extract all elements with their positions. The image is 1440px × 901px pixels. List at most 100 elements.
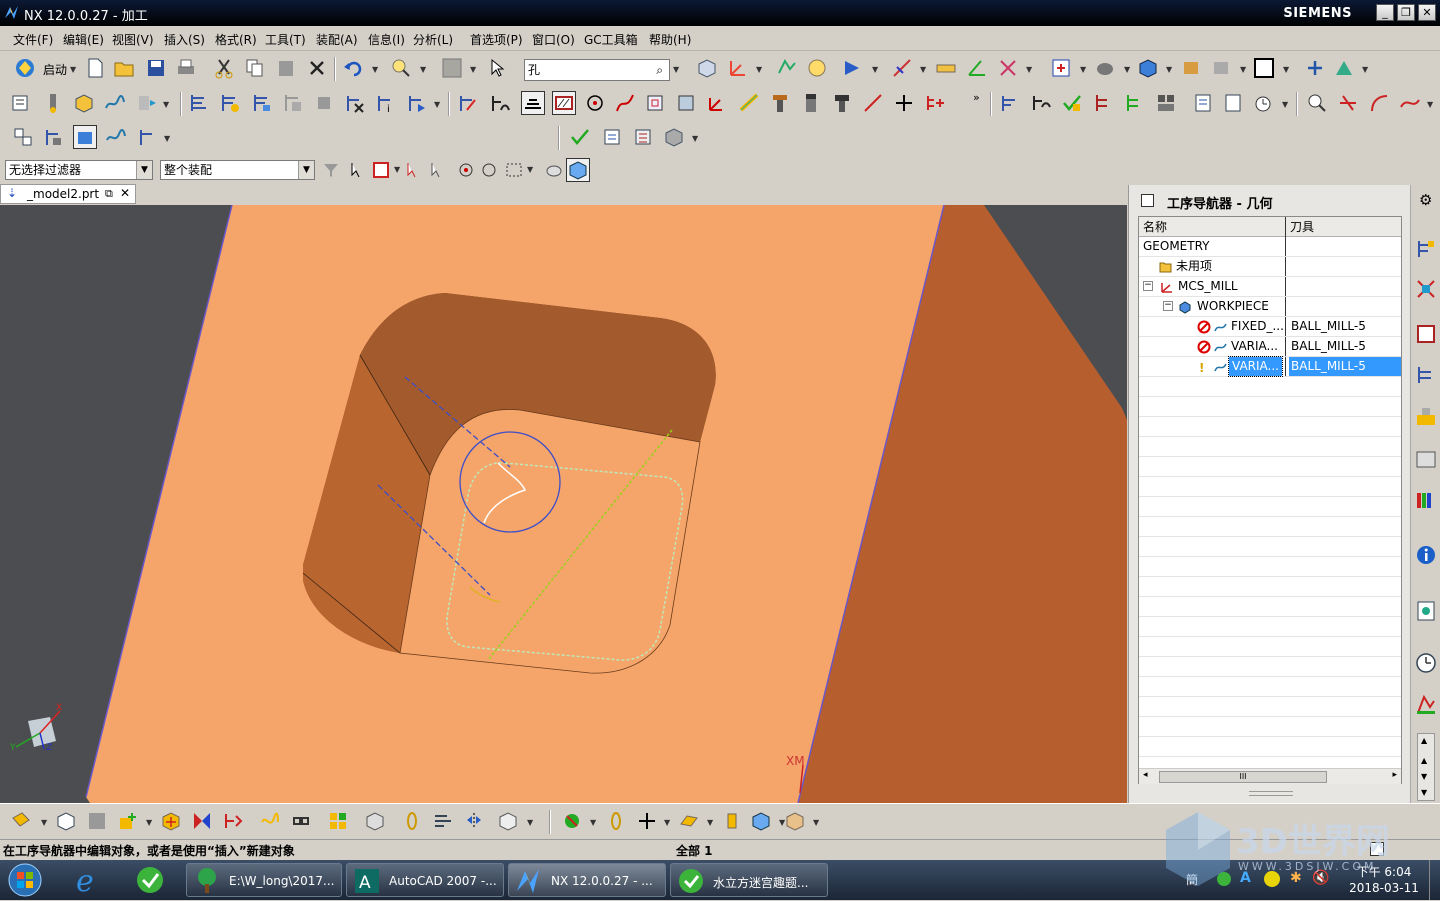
start-button[interactable]: [6, 862, 44, 898]
column-header-tool[interactable]: 刀具: [1286, 217, 1401, 237]
sort-icon[interactable]: [1030, 92, 1052, 114]
chevron-down-icon[interactable]: ▼: [146, 818, 152, 827]
extrude-icon[interactable]: [750, 810, 772, 832]
close-button[interactable]: ✕: [1418, 4, 1436, 21]
selection-scope-select[interactable]: 整个装配 ▼: [160, 160, 315, 180]
chevron-down-icon[interactable]: ▼: [1362, 65, 1368, 74]
feature-icon-active[interactable]: [521, 91, 545, 115]
clearance-icon[interactable]: [364, 810, 386, 832]
create-geometry-icon[interactable]: [73, 92, 95, 114]
chevron-down-icon[interactable]: ▼: [1427, 100, 1433, 109]
view-triad-icon[interactable]: X Y Z: [10, 703, 66, 755]
chevron-down-icon[interactable]: ▼: [1026, 65, 1032, 74]
cutter-icon[interactable]: [489, 92, 511, 114]
chevron-down-icon[interactable]: ▼: [70, 65, 76, 74]
part-navigator-icon[interactable]: [1414, 322, 1438, 346]
scroll-right-icon[interactable]: ▸: [1392, 770, 1397, 780]
edit-object-icon[interactable]: [457, 92, 479, 114]
body-select-icon[interactable]: [543, 159, 565, 181]
geometry-view-icon[interactable]: [251, 92, 273, 114]
scroll-up-icon[interactable]: ▲: [1421, 736, 1427, 745]
full-screen-icon[interactable]: [1370, 842, 1384, 856]
history-clock-icon[interactable]: [1414, 651, 1438, 675]
constraint-icon[interactable]: [191, 810, 213, 832]
snap-face-icon[interactable]: [401, 810, 423, 832]
chevron-down-icon[interactable]: ▼: [1282, 100, 1288, 109]
copy-icon[interactable]: [244, 57, 266, 79]
panel-window-icon[interactable]: [1141, 194, 1154, 207]
taskbar-item-autocad[interactable]: A AutoCAD 2007 -...: [346, 863, 504, 897]
filter-reset-icon[interactable]: [320, 159, 342, 181]
taskbar-item-browser[interactable]: 水立方迷宫趣题...: [670, 863, 828, 897]
print-icon[interactable]: [175, 57, 197, 79]
curve-icon[interactable]: [614, 92, 636, 114]
verify-icon[interactable]: [806, 57, 828, 79]
chevron-down-icon[interactable]: ▼: [813, 818, 819, 827]
simulate-icon[interactable]: [842, 57, 864, 79]
select-all-icon[interactable]: [404, 159, 426, 181]
save-icon[interactable]: [145, 57, 167, 79]
chevron-down-icon[interactable]: ▼: [1124, 65, 1130, 74]
menu-preferences[interactable]: 首选项(P): [470, 31, 523, 48]
chevron-down-icon[interactable]: ▼: [136, 161, 152, 179]
menu-tools[interactable]: 工具(T): [265, 31, 306, 48]
taskbar-item-nx[interactable]: NX 12.0.0.27 - ...: [508, 863, 666, 897]
command-finder-icon[interactable]: [390, 57, 412, 79]
box-icon[interactable]: [784, 810, 806, 832]
verify-check-icon[interactable]: [569, 126, 591, 148]
mcs-icon[interactable]: [706, 92, 728, 114]
close-tab-icon[interactable]: ✕: [120, 186, 130, 200]
general-select-icon[interactable]: [348, 159, 370, 181]
stock-icon[interactable]: [738, 92, 760, 114]
layer-icon[interactable]: [55, 810, 77, 832]
angle-icon[interactable]: [966, 57, 988, 79]
explode-icon[interactable]: [222, 810, 244, 832]
open-folder-icon[interactable]: [113, 57, 135, 79]
chevron-down-icon[interactable]: ▼: [664, 818, 670, 827]
operation-navigator-icon[interactable]: [1414, 363, 1438, 387]
cut-icon[interactable]: [213, 57, 235, 79]
chevron-down-icon[interactable]: ▼: [590, 818, 596, 827]
menu-view[interactable]: 视图(V): [112, 31, 154, 48]
minimize-button[interactable]: _: [1376, 4, 1394, 21]
start-label[interactable]: 启动: [43, 61, 67, 78]
create-tool-icon[interactable]: [42, 92, 64, 114]
chevron-down-icon[interactable]: ▼: [1080, 65, 1086, 74]
cylinder-icon[interactable]: [721, 810, 743, 832]
command-search-input[interactable]: 孔 ⌕: [524, 59, 670, 81]
chevron-down-icon[interactable]: ▼: [164, 134, 170, 143]
cut-order-icon[interactable]: [137, 126, 159, 148]
menu-window[interactable]: 窗口(O): [532, 31, 575, 48]
start-icon[interactable]: [14, 57, 36, 79]
tree-row-workpiece[interactable]: − WORKPIECE: [1139, 297, 1401, 317]
selection-filter-select[interactable]: 无选择过滤器 ▼: [5, 160, 153, 180]
wrap-icon[interactable]: [432, 810, 454, 832]
background-icon[interactable]: [1253, 57, 1275, 79]
gear-icon[interactable]: ⚙: [1419, 191, 1432, 209]
scroll-down-icon[interactable]: ▼: [1421, 772, 1427, 781]
point-icon[interactable]: [584, 92, 606, 114]
menu-info[interactable]: 信息(I): [368, 31, 405, 48]
feature-select-icon[interactable]: [370, 159, 392, 181]
list-toolpath-icon[interactable]: i: [375, 92, 397, 115]
tool-shank-icon[interactable]: [800, 92, 822, 114]
library-icon[interactable]: [1414, 447, 1438, 471]
ruler-icon[interactable]: [935, 57, 957, 79]
constraint-navigator-icon[interactable]: [1414, 277, 1438, 301]
chevron-down-icon[interactable]: ▼: [756, 65, 762, 74]
show-tool-icon[interactable]: [43, 126, 65, 148]
system-visualization-icon[interactable]: [1414, 693, 1438, 717]
datum-plane-icon[interactable]: [678, 810, 700, 832]
tree-row-geometry[interactable]: GEOMETRY: [1139, 237, 1401, 257]
chevron-down-icon[interactable]: ▼: [692, 134, 698, 143]
collapse-icon[interactable]: −: [1143, 281, 1153, 291]
dimension-icon[interactable]: [924, 92, 946, 114]
chevron-down-icon[interactable]: ▼: [1240, 65, 1246, 74]
show-geometry-icon-active[interactable]: [73, 125, 97, 149]
scroll-left-icon[interactable]: ◂: [1143, 770, 1148, 780]
menu-format[interactable]: 格式(R): [215, 31, 257, 48]
document-icon[interactable]: [1222, 92, 1244, 114]
boundary-icon[interactable]: [644, 92, 666, 114]
report-icon[interactable]: [632, 126, 654, 148]
tray-plus-icon[interactable]: [1264, 871, 1280, 887]
